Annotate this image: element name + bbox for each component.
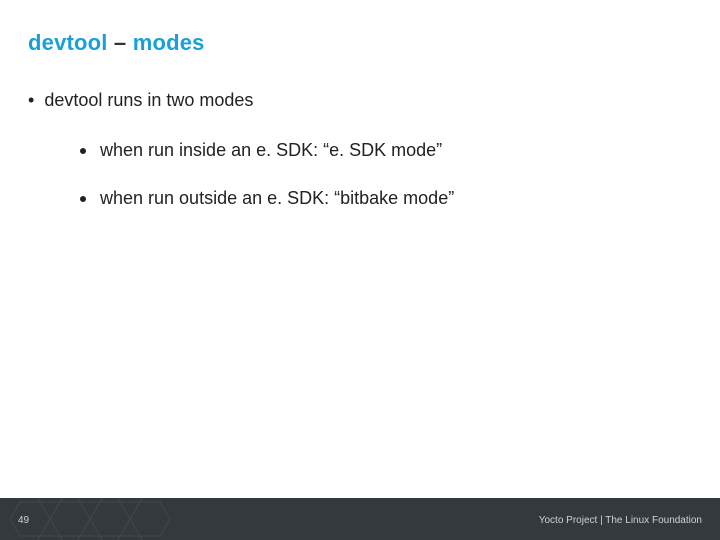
bullet-text: when run inside an e. SDK: “e. SDK mode” bbox=[100, 140, 442, 161]
slide: devtool – modes • devtool runs in two mo… bbox=[0, 0, 720, 540]
bullet-level1: • devtool runs in two modes bbox=[28, 90, 253, 112]
footer-bar: 49 Yocto Project | The Linux Foundation bbox=[0, 498, 720, 540]
slide-title: devtool – modes bbox=[28, 30, 205, 56]
bullet-level2: when run inside an e. SDK: “e. SDK mode” bbox=[80, 140, 442, 161]
title-accent: devtool bbox=[28, 30, 108, 55]
dot-icon bbox=[80, 148, 86, 154]
title-dash: – bbox=[108, 30, 133, 55]
hex-pattern-icon bbox=[0, 498, 260, 540]
title-rest: modes bbox=[133, 30, 205, 55]
bullet-level2: when run outside an e. SDK: “bitbake mod… bbox=[80, 188, 454, 209]
dot-icon bbox=[80, 196, 86, 202]
bullet-text: devtool runs in two modes bbox=[44, 90, 253, 111]
bullet-marker-icon: • bbox=[28, 90, 34, 112]
bullet-text: when run outside an e. SDK: “bitbake mod… bbox=[100, 188, 454, 209]
footer-credit: Yocto Project | The Linux Foundation bbox=[539, 515, 702, 526]
page-number: 49 bbox=[18, 515, 29, 526]
